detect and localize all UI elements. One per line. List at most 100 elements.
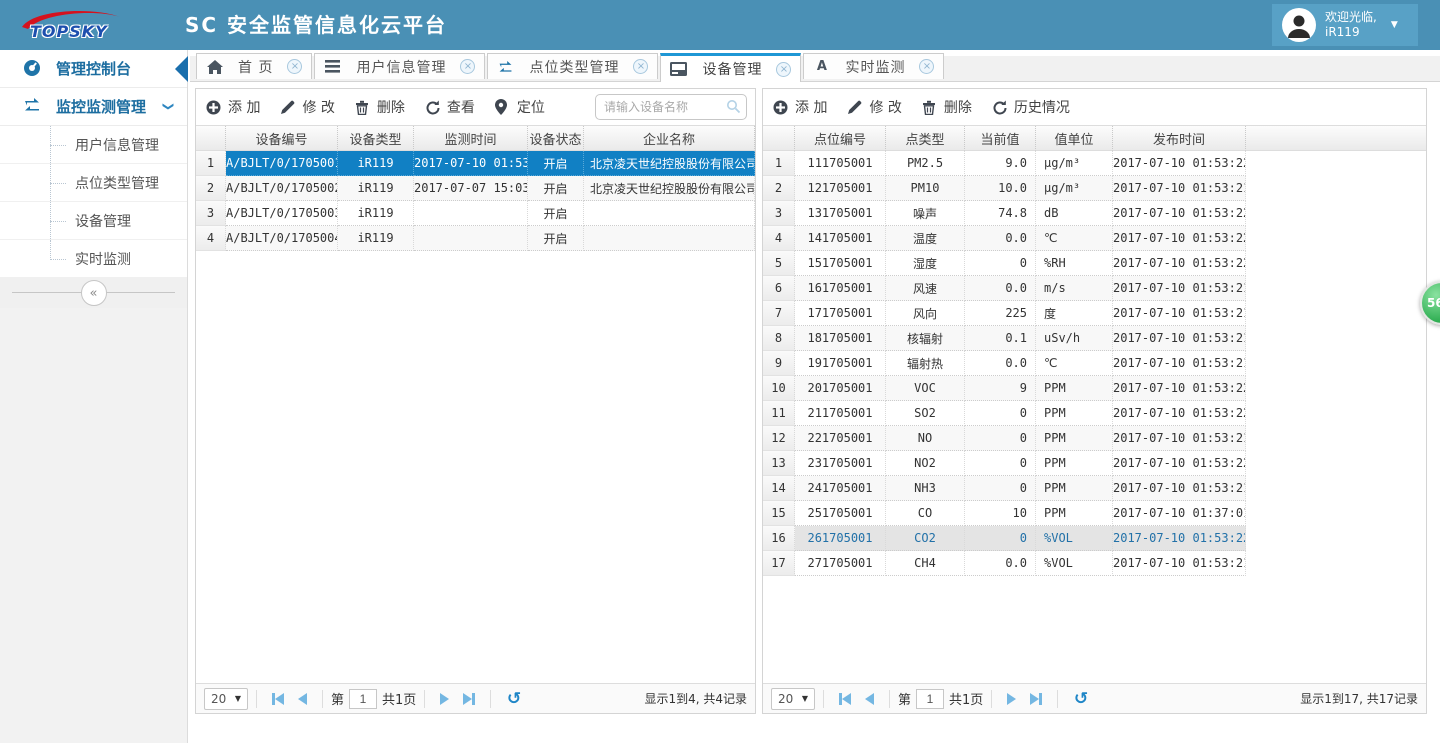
row-number-cell[interactable]: 14	[763, 476, 795, 501]
table-cell[interactable]: CH4	[886, 551, 965, 576]
column-header[interactable]: 当前值	[965, 126, 1036, 151]
table-row[interactable]: 11211705001SO20PPM2017-07-10 01:53:22	[763, 401, 1426, 426]
table-cell[interactable]: 161705001	[795, 276, 886, 301]
row-number-cell[interactable]: 11	[763, 401, 795, 426]
row-number-cell[interactable]: 1	[196, 151, 226, 176]
table-cell[interactable]: 0	[965, 251, 1036, 276]
toolbar-button[interactable]: 修 改	[280, 97, 334, 117]
table-cell[interactable]: m/s	[1036, 276, 1113, 301]
last-page-button[interactable]	[463, 693, 475, 705]
search-icon[interactable]	[726, 99, 741, 114]
table-cell[interactable]: NO	[886, 426, 965, 451]
row-number-cell[interactable]: 10	[763, 376, 795, 401]
table-cell[interactable]: 74.8	[965, 201, 1036, 226]
table-cell[interactable]: 风速	[886, 276, 965, 301]
table-cell[interactable]: PPM	[1036, 426, 1113, 451]
row-number-cell[interactable]: 4	[763, 226, 795, 251]
table-cell[interactable]: 2017-07-10 01:53:22	[1113, 401, 1246, 426]
table-row[interactable]: 5151705001湿度0%RH2017-07-10 01:53:22	[763, 251, 1426, 276]
table-cell[interactable]: 0.0	[965, 226, 1036, 251]
table-cell[interactable]: %VOL	[1036, 526, 1113, 551]
table-cell[interactable]: 171705001	[795, 301, 886, 326]
row-number-cell[interactable]: 3	[196, 201, 226, 226]
table-cell[interactable]: 2017-07-10 01:37:01	[1113, 501, 1246, 526]
table-cell[interactable]: 221705001	[795, 426, 886, 451]
row-number-cell[interactable]: 17	[763, 551, 795, 576]
column-header[interactable]: 设备状态	[528, 126, 584, 151]
table-cell[interactable]: 2017-07-10 01:53:21	[1113, 176, 1246, 201]
table-cell[interactable]: %RH	[1036, 251, 1113, 276]
table-row[interactable]: 9191705001辐射热0.0℃2017-07-10 01:53:21	[763, 351, 1426, 376]
search-input[interactable]	[595, 94, 747, 120]
sidebar-subitem[interactable]: 用户信息管理	[0, 126, 187, 164]
row-number-cell[interactable]: 4	[196, 226, 226, 251]
table-cell[interactable]: 2017-07-10 01:53:21	[1113, 551, 1246, 576]
row-number-cell[interactable]: 2	[196, 176, 226, 201]
table-cell[interactable]: 2017-07-10 01:53:22	[1113, 376, 1246, 401]
table-cell[interactable]: iR119	[338, 201, 414, 226]
close-icon[interactable]: ×	[776, 62, 791, 77]
column-header[interactable]: 值单位	[1036, 126, 1113, 151]
table-row[interactable]: 2121705001PM1010.0μg/m³2017-07-10 01:53:…	[763, 176, 1426, 201]
table-cell[interactable]: CO2	[886, 526, 965, 551]
table-row[interactable]: 8181705001核辐射0.1uSv/h2017-07-10 01:53:21	[763, 326, 1426, 351]
table-cell[interactable]	[584, 226, 755, 251]
table-cell[interactable]: 2017-07-10 01:53:22	[1113, 226, 1246, 251]
table-cell[interactable]: 225	[965, 301, 1036, 326]
table-cell[interactable]: 2017-07-10 01:53:22	[1113, 251, 1246, 276]
table-cell[interactable]: CO	[886, 501, 965, 526]
table-cell[interactable]: 风向	[886, 301, 965, 326]
column-header[interactable]: 企业名称	[584, 126, 755, 151]
table-cell[interactable]: 2017-07-10 01:53:21	[1113, 301, 1246, 326]
table-cell[interactable]: 开启	[528, 176, 584, 201]
refresh-icon[interactable]: ↻	[507, 689, 521, 709]
toolbar-button[interactable]: 删除	[922, 97, 972, 117]
sidebar-item-monitor-mgmt[interactable]: 监控监测管理❯	[0, 88, 187, 126]
table-cell[interactable]: %VOL	[1036, 551, 1113, 576]
table-cell[interactable]: 191705001	[795, 351, 886, 376]
row-number-cell[interactable]: 8	[763, 326, 795, 351]
table-cell[interactable]: 261705001	[795, 526, 886, 551]
toolbar-button[interactable]: 修 改	[847, 97, 901, 117]
table-cell[interactable]: dB	[1036, 201, 1113, 226]
column-header[interactable]: 监测时间	[414, 126, 528, 151]
table-cell[interactable]: 0.1	[965, 326, 1036, 351]
table-cell[interactable]: μg/m³	[1036, 151, 1113, 176]
user-menu[interactable]: 欢迎光临, iR119 ▼	[1272, 4, 1418, 46]
table-cell[interactable]: A/BJLT/0/1705002	[226, 176, 338, 201]
table-cell[interactable]: PM2.5	[886, 151, 965, 176]
table-cell[interactable]: A/BJLT/0/1705003	[226, 201, 338, 226]
row-number-cell[interactable]: 9	[763, 351, 795, 376]
table-cell[interactable]: SO2	[886, 401, 965, 426]
table-cell[interactable]: 121705001	[795, 176, 886, 201]
sidebar-item-console[interactable]: 管理控制台	[0, 50, 187, 88]
table-row[interactable]: 12221705001NO0PPM2017-07-10 01:53:21	[763, 426, 1426, 451]
table-row[interactable]: 1A/BJLT/0/1705001iR1192017-07-10 01:53:2…	[196, 151, 755, 176]
table-cell[interactable]: μg/m³	[1036, 176, 1113, 201]
table-cell[interactable]: 2017-07-10 01:53:22	[1113, 151, 1246, 176]
table-cell[interactable]: PPM	[1036, 376, 1113, 401]
first-page-button[interactable]	[839, 693, 851, 705]
table-cell[interactable]: uSv/h	[1036, 326, 1113, 351]
table-row[interactable]: 3131705001噪声74.8dB2017-07-10 01:53:22	[763, 201, 1426, 226]
table-cell[interactable]: iR119	[338, 226, 414, 251]
table-cell[interactable]: PPM	[1036, 501, 1113, 526]
next-page-button[interactable]	[1007, 693, 1016, 705]
table-cell[interactable]: 10.0	[965, 176, 1036, 201]
table-cell[interactable]: 开启	[528, 226, 584, 251]
table-cell[interactable]: 131705001	[795, 201, 886, 226]
table-row[interactable]: 15251705001CO10PPM2017-07-10 01:37:01	[763, 501, 1426, 526]
table-cell[interactable]: 201705001	[795, 376, 886, 401]
table-row[interactable]: 10201705001VOC9PPM2017-07-10 01:53:22	[763, 376, 1426, 401]
sidebar-collapse-button[interactable]: «	[81, 280, 107, 306]
table-cell[interactable]: iR119	[338, 176, 414, 201]
table-cell[interactable]: 温度	[886, 226, 965, 251]
table-cell[interactable]: 181705001	[795, 326, 886, 351]
table-cell[interactable]: PPM	[1036, 401, 1113, 426]
page-number-input[interactable]	[916, 689, 944, 709]
table-cell[interactable]: 211705001	[795, 401, 886, 426]
table-row[interactable]: 14241705001NH30PPM2017-07-10 01:53:21	[763, 476, 1426, 501]
table-cell[interactable]: 辐射热	[886, 351, 965, 376]
table-cell[interactable]: 10	[965, 501, 1036, 526]
table-cell[interactable]: ℃	[1036, 351, 1113, 376]
